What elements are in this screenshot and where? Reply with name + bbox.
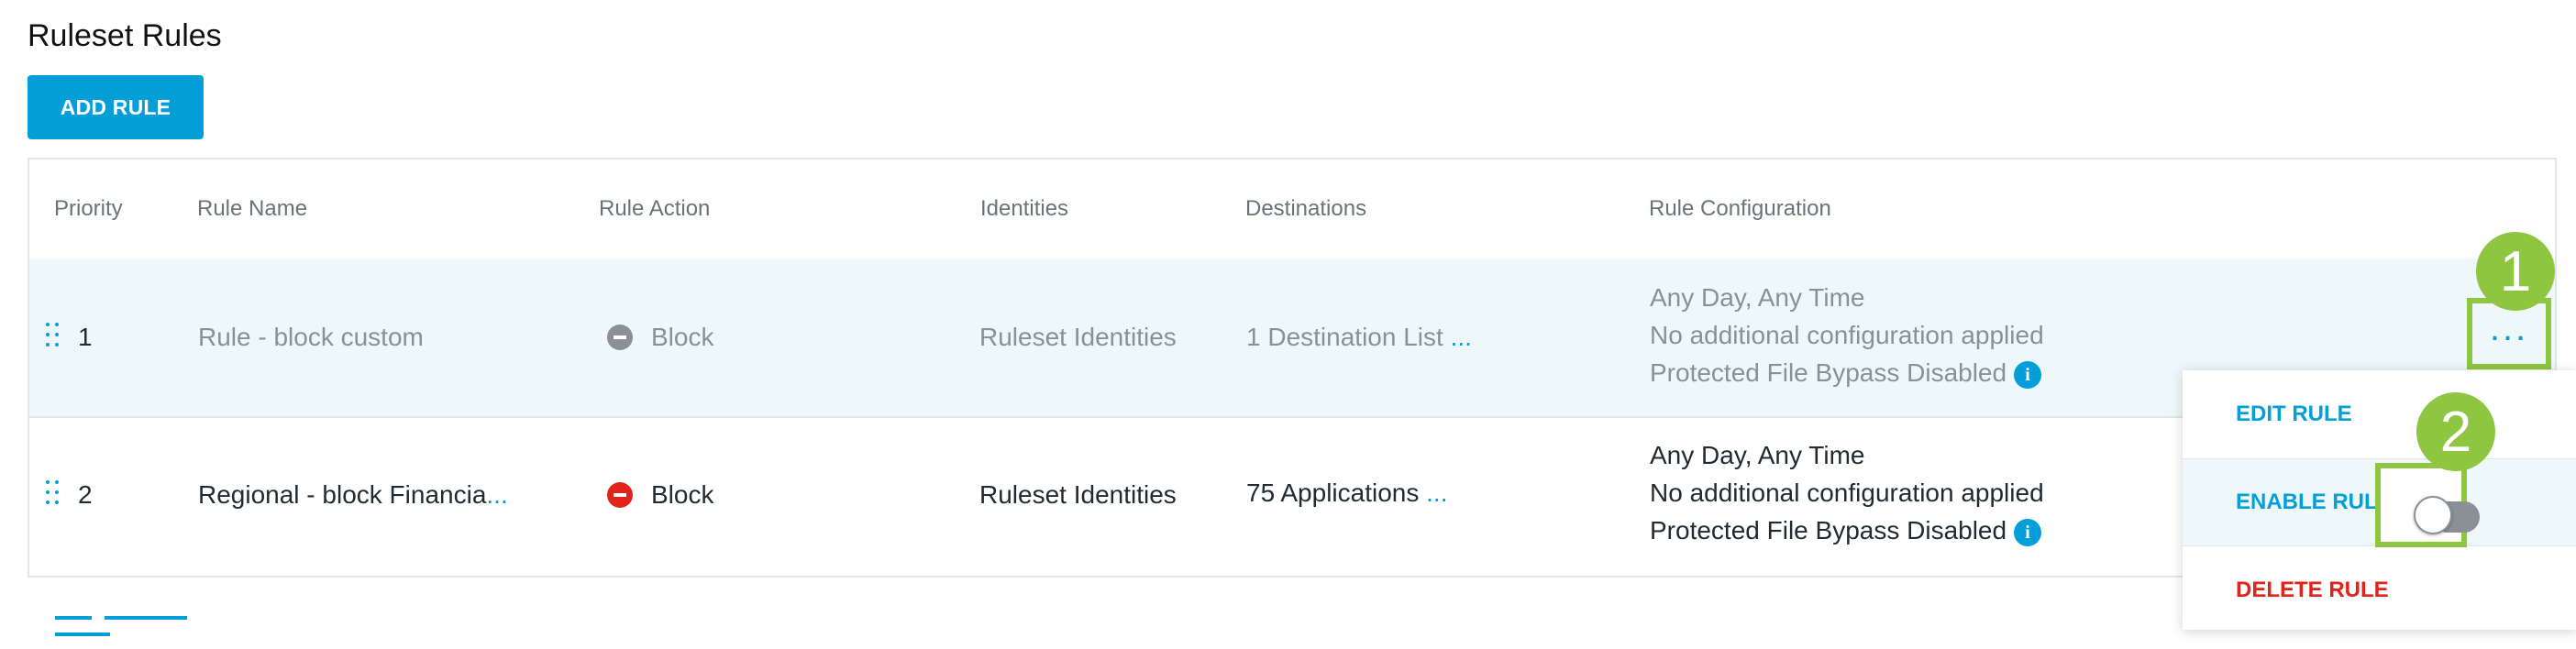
identities-value: Ruleset Identities xyxy=(979,480,1177,509)
info-icon[interactable]: i xyxy=(2014,360,2042,389)
rule-action-label: Block xyxy=(651,480,714,509)
destinations-value: 1 Destination List ... xyxy=(1246,323,1472,352)
column-header-rule-configuration[interactable]: Rule Configuration xyxy=(1649,196,1831,222)
add-rule-button[interactable]: ADD RULE xyxy=(28,75,204,139)
info-icon[interactable]: i xyxy=(2014,518,2042,546)
rule-action-label: Block xyxy=(651,323,714,351)
config-additional: No additional configuration applied xyxy=(1650,478,2044,507)
column-header-rule-action[interactable]: Rule Action xyxy=(599,196,710,222)
block-icon xyxy=(607,481,633,508)
priority-value: 1 xyxy=(78,323,93,351)
column-header-priority[interactable]: Priority xyxy=(54,196,123,222)
table-row[interactable]: 2 Regional - block Financia... Block Rul… xyxy=(29,416,2555,578)
block-icon xyxy=(607,324,633,350)
callout-marker: 2 xyxy=(2416,392,2495,471)
table-header: Priority Rule Name Rule Action Identitie… xyxy=(29,160,2555,260)
rules-table: Priority Rule Name Rule Action Identitie… xyxy=(28,158,2557,578)
page-title: Ruleset Rules xyxy=(28,18,222,53)
enable-rule-toggle[interactable] xyxy=(2375,463,2480,547)
identities-value: Ruleset Identities xyxy=(979,323,1177,351)
rule-action: Block xyxy=(607,480,713,510)
destinations-more-link[interactable]: ... xyxy=(1451,323,1472,351)
table-row[interactable]: 1 Rule - block custom Block Ruleset Iden… xyxy=(29,258,2555,418)
drag-handle-icon[interactable] xyxy=(44,323,62,350)
destinations-label: 1 Destination List xyxy=(1246,323,1443,351)
destinations-value: 75 Applications ... xyxy=(1246,478,1447,508)
delete-rule-menu-item[interactable]: DELETE RULE xyxy=(2183,546,2576,634)
destinations-more-link[interactable]: ... xyxy=(1426,478,1447,507)
bottom-link-partial xyxy=(55,616,266,636)
config-bypass: Protected File Bypass Disabled xyxy=(1650,516,2007,544)
config-additional: No additional configuration applied xyxy=(1650,321,2044,349)
column-header-destinations[interactable]: Destinations xyxy=(1245,196,1366,222)
rule-action: Block xyxy=(607,323,713,352)
ellipsis-icon: ... xyxy=(2489,308,2529,348)
callout-marker: 1 xyxy=(2476,232,2555,311)
destinations-label: 75 Applications xyxy=(1246,478,1420,507)
config-bypass: Protected File Bypass Disabled xyxy=(1650,358,2007,387)
priority-value: 2 xyxy=(78,480,93,509)
drag-handle-icon[interactable] xyxy=(44,480,62,508)
config-schedule: Any Day, Any Time xyxy=(1650,441,1865,469)
rule-name[interactable]: Regional - block Financia... xyxy=(198,480,508,510)
edit-rule-menu-item[interactable]: EDIT RULE xyxy=(2183,370,2576,458)
rule-name-more-link[interactable]: ... xyxy=(486,480,507,509)
column-header-rule-name[interactable]: Rule Name xyxy=(197,196,307,222)
rule-configuration: Any Day, Any Time No additional configur… xyxy=(1650,436,2044,549)
rule-configuration: Any Day, Any Time No additional configur… xyxy=(1650,279,2044,391)
config-schedule: Any Day, Any Time xyxy=(1650,283,1865,312)
column-header-identities[interactable]: Identities xyxy=(980,196,1068,222)
rule-name[interactable]: Rule - block custom xyxy=(198,323,424,352)
toggle-knob xyxy=(2414,496,2452,534)
rule-name-label[interactable]: Regional - block Financia xyxy=(198,480,486,509)
